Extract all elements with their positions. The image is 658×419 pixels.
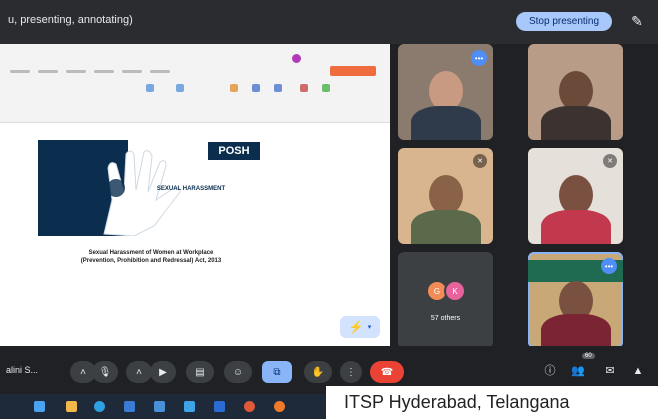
shared-screen: POSH SEXUAL HARASSMENT Sexual Harassment… <box>0 44 390 346</box>
account-avatar <box>292 54 301 63</box>
ribbon-tool-icon <box>322 84 330 92</box>
participant-count-badge: 60 <box>582 353 595 359</box>
activities-icon[interactable]: ▲ <box>630 363 646 379</box>
leave-call-button[interactable]: ☎ <box>370 361 404 383</box>
ribbon-tool-icon <box>146 84 154 92</box>
posh-slide-image: POSH SEXUAL HARASSMENT <box>38 140 260 236</box>
ribbon-tool-icon <box>230 84 238 92</box>
camera-icon: ▶ <box>159 366 167 378</box>
app-icon[interactable] <box>124 401 135 412</box>
stop-presenting-button[interactable]: Stop presenting <box>516 12 612 31</box>
mic-off-icon: ✕ <box>603 154 617 168</box>
presenting-banner: u, presenting, annotating) Stop presenti… <box>0 0 658 44</box>
mic-off-icon: ✕ <box>473 154 487 168</box>
ribbon-menu <box>10 70 170 73</box>
people-icon[interactable]: 👥 <box>570 363 586 379</box>
participant-tile[interactable]: ••• <box>398 44 493 140</box>
participant-tile[interactable]: ✕ <box>398 148 493 244</box>
participant-tile[interactable]: ✕ <box>528 148 623 244</box>
self-name: alini S... <box>6 365 39 375</box>
ribbon-tool-icon <box>176 84 184 92</box>
present-icon: ⧉ <box>273 366 281 378</box>
ribbon-tool-icon <box>300 84 308 92</box>
avatar: K <box>444 280 466 302</box>
captions-icon: ▤ <box>195 366 205 378</box>
others-avatars: G K <box>426 280 466 302</box>
camera-button[interactable]: ▶ <box>150 361 176 383</box>
browser-icon[interactable] <box>244 401 255 412</box>
chevron-up-icon: ˄ <box>136 366 142 378</box>
record-indicator <box>330 66 376 76</box>
speaking-indicator-icon: ••• <box>471 50 487 66</box>
info-icon[interactable]: ⓘ <box>542 363 558 379</box>
app-icon[interactable] <box>184 401 195 412</box>
browser-icon[interactable] <box>94 401 105 412</box>
app-icon[interactable] <box>274 401 285 412</box>
pin-icon[interactable]: ✎ <box>628 12 646 30</box>
mic-icon: 🎙 <box>98 366 112 378</box>
app-ribbon <box>0 44 390 123</box>
hand-icon: ✋ <box>311 366 325 378</box>
emoji-icon: ☺ <box>232 366 244 378</box>
posh-label: POSH <box>208 142 260 160</box>
app-icon[interactable] <box>154 401 165 412</box>
speaking-indicator-icon: ••• <box>601 258 617 274</box>
raise-hand-button[interactable]: ✋ <box>304 361 332 383</box>
ribbon-tool-icon <box>252 84 260 92</box>
more-vert-icon: ⋮ <box>346 366 356 378</box>
camera-options-button[interactable]: ˄ <box>126 361 152 383</box>
mic-button[interactable]: 🎙 <box>92 361 118 383</box>
more-options-button[interactable]: ⋮ <box>340 361 362 383</box>
chat-icon[interactable]: ✉ <box>602 363 618 379</box>
chevron-up-icon: ˄ <box>80 366 86 378</box>
ribbon-tool-icon <box>274 84 282 92</box>
phone-hangup-icon: ☎ <box>380 366 394 378</box>
location-watermark: ITSP Hyderabad, Telangana <box>326 386 658 419</box>
caption-line: (Prevention, Prohibition and Redressal) … <box>80 258 222 264</box>
app-icon[interactable] <box>214 401 225 412</box>
active-speaker-tile[interactable]: ••• <box>528 252 623 348</box>
caption-line: Sexual Harassment of Women at Workplace <box>88 250 214 256</box>
start-icon[interactable] <box>34 401 45 412</box>
lightning-icon: ⚡ <box>348 320 364 334</box>
participant-tile[interactable] <box>528 44 623 140</box>
others-tile[interactable]: G K 57 others <box>398 252 493 348</box>
app-icon[interactable] <box>66 401 77 412</box>
emoji-button[interactable]: ☺ <box>224 361 252 383</box>
presenting-status: u, presenting, annotating) <box>8 14 133 26</box>
book-title: SEXUAL HARASSMENT <box>156 186 226 192</box>
captions-button[interactable]: ▤ <box>186 361 214 383</box>
chevron-down-icon: ▾ <box>367 324 372 331</box>
slide-caption: Sexual Harassment of Women at Workplace … <box>40 249 262 265</box>
others-count: 57 others <box>430 315 461 322</box>
present-button[interactable]: ⧉ <box>262 361 292 383</box>
annotate-button[interactable]: ⚡ ▾ <box>340 316 380 338</box>
